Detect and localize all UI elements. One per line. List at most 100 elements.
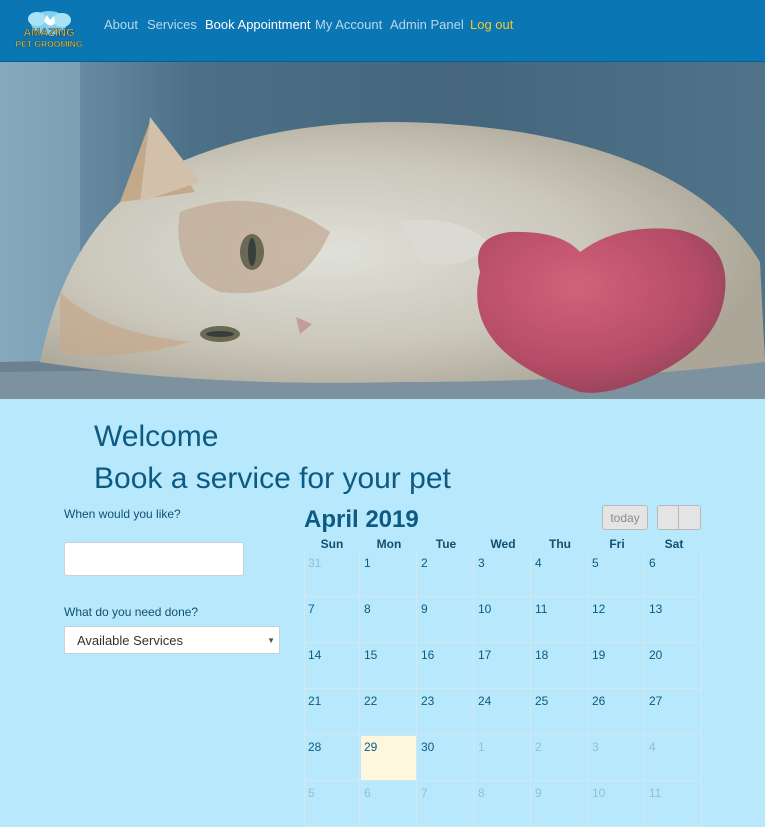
calendar-day[interactable]: 18 bbox=[532, 644, 588, 689]
calendar-day[interactable]: 10 bbox=[589, 782, 645, 827]
welcome-heading: Welcome bbox=[94, 420, 219, 453]
day-number: 14 bbox=[308, 648, 322, 662]
calendar-day[interactable]: 13 bbox=[646, 598, 702, 643]
day-number: 4 bbox=[649, 740, 656, 754]
day-number: 10 bbox=[478, 602, 492, 616]
day-header-sun: Sun bbox=[320, 537, 344, 551]
day-number: 27 bbox=[649, 694, 663, 708]
day-number: 9 bbox=[421, 602, 428, 616]
service-select[interactable]: Available Services ▼ bbox=[64, 626, 280, 654]
calendar-day[interactable]: 15 bbox=[361, 644, 417, 689]
calendar-day[interactable]: 6 bbox=[646, 552, 702, 597]
calendar-day[interactable]: 9 bbox=[418, 598, 474, 643]
day-number: 28 bbox=[308, 740, 322, 754]
day-number: 20 bbox=[649, 648, 663, 662]
calendar-day[interactable]: 3 bbox=[475, 552, 531, 597]
calendar-day[interactable]: 2 bbox=[532, 736, 588, 781]
day-number: 17 bbox=[478, 648, 492, 662]
day-number: 18 bbox=[535, 648, 549, 662]
day-number: 25 bbox=[535, 694, 549, 708]
calendar-day[interactable]: 4 bbox=[532, 552, 588, 597]
calendar-day[interactable]: 30 bbox=[418, 736, 474, 781]
hero-cat-heart-image bbox=[0, 62, 765, 399]
calendar-day[interactable]: 17 bbox=[475, 644, 531, 689]
day-number: 3 bbox=[592, 740, 599, 754]
day-number: 8 bbox=[364, 602, 371, 616]
calendar-day[interactable]: 1 bbox=[361, 552, 417, 597]
calendar-day[interactable]: 19 bbox=[589, 644, 645, 689]
calendar-day[interactable]: 8 bbox=[475, 782, 531, 827]
calendar-day[interactable]: 11 bbox=[646, 782, 702, 827]
when-label: When would you like? bbox=[64, 507, 181, 521]
appointment-date-input[interactable] bbox=[64, 542, 244, 576]
day-number: 29 bbox=[364, 740, 378, 754]
calendar-day[interactable]: 11 bbox=[532, 598, 588, 643]
day-header-mon: Mon bbox=[376, 537, 402, 551]
day-number: 2 bbox=[535, 740, 542, 754]
day-number: 21 bbox=[308, 694, 322, 708]
nav-admin-panel[interactable]: Admin Panel bbox=[390, 17, 464, 32]
day-number: 11 bbox=[535, 602, 548, 616]
calendar-day[interactable]: 26 bbox=[589, 690, 645, 735]
calendar-day[interactable]: 1 bbox=[475, 736, 531, 781]
today-button[interactable]: today bbox=[602, 505, 648, 530]
nav-my-account[interactable]: My Account bbox=[315, 17, 382, 32]
calendar-day[interactable]: 31 bbox=[304, 552, 360, 597]
day-number: 30 bbox=[421, 740, 435, 754]
nav-services[interactable]: Services bbox=[147, 17, 197, 32]
calendar-day[interactable]: 28 bbox=[304, 736, 360, 781]
day-number: 7 bbox=[308, 602, 315, 616]
top-navbar: AMAZING PET GROOMING About Services Book… bbox=[0, 0, 765, 62]
day-number: 26 bbox=[592, 694, 606, 708]
calendar-day[interactable]: 8 bbox=[361, 598, 417, 643]
next-month-button[interactable] bbox=[680, 506, 700, 529]
prev-month-button[interactable] bbox=[658, 506, 679, 529]
day-number: 2 bbox=[421, 556, 428, 570]
nav-book-appointment[interactable]: Book Appointment bbox=[205, 17, 311, 32]
calendar-day[interactable]: 21 bbox=[304, 690, 360, 735]
calendar-day[interactable]: 7 bbox=[418, 782, 474, 827]
service-select-value: Available Services bbox=[77, 633, 183, 648]
day-header-wed: Wed bbox=[490, 537, 516, 551]
nav-about[interactable]: About bbox=[104, 17, 138, 32]
calendar-day[interactable]: 9 bbox=[532, 782, 588, 827]
day-number: 24 bbox=[478, 694, 492, 708]
day-number: 23 bbox=[421, 694, 435, 708]
day-number: 12 bbox=[592, 602, 606, 616]
service-label: What do you need done? bbox=[64, 605, 199, 619]
amazing-pet-grooming-logo[interactable]: AMAZING PET GROOMING bbox=[10, 9, 88, 53]
calendar-day[interactable]: 25 bbox=[532, 690, 588, 735]
calendar-day[interactable]: 16 bbox=[418, 644, 474, 689]
calendar-day[interactable]: 3 bbox=[589, 736, 645, 781]
nav-log-out[interactable]: Log out bbox=[470, 17, 513, 32]
day-number: 15 bbox=[364, 648, 378, 662]
calendar-day[interactable]: 7 bbox=[304, 598, 360, 643]
calendar-day[interactable]: 6 bbox=[361, 782, 417, 827]
day-number: 3 bbox=[478, 556, 485, 570]
chevron-down-icon: ▼ bbox=[267, 636, 275, 645]
day-header-fri: Fri bbox=[609, 537, 625, 551]
svg-text:AMAZING: AMAZING bbox=[23, 27, 74, 39]
calendar-day[interactable]: 5 bbox=[304, 782, 360, 827]
calendar-day[interactable]: 22 bbox=[361, 690, 417, 735]
calendar-day[interactable]: 10 bbox=[475, 598, 531, 643]
day-header-sat: Sat bbox=[664, 537, 684, 551]
calendar-day[interactable]: 20 bbox=[646, 644, 702, 689]
day-number: 1 bbox=[478, 740, 485, 754]
day-number: 6 bbox=[364, 786, 371, 800]
calendar-day[interactable]: 27 bbox=[646, 690, 702, 735]
calendar-day[interactable]: 24 bbox=[475, 690, 531, 735]
calendar-day[interactable]: 12 bbox=[589, 598, 645, 643]
calendar-day[interactable]: 5 bbox=[589, 552, 645, 597]
day-number: 9 bbox=[535, 786, 542, 800]
calendar-day[interactable]: 14 bbox=[304, 644, 360, 689]
day-number: 19 bbox=[592, 648, 606, 662]
calendar-day[interactable]: 2 bbox=[418, 552, 474, 597]
calendar-day[interactable]: 4 bbox=[646, 736, 702, 781]
calendar-day-today[interactable]: 29 bbox=[361, 736, 417, 781]
day-number: 22 bbox=[364, 694, 378, 708]
calendar-day[interactable]: 23 bbox=[418, 690, 474, 735]
day-number: 31 bbox=[308, 556, 322, 570]
calendar-title: April 2019 bbox=[304, 506, 419, 533]
day-header-tue: Tue bbox=[435, 537, 457, 551]
